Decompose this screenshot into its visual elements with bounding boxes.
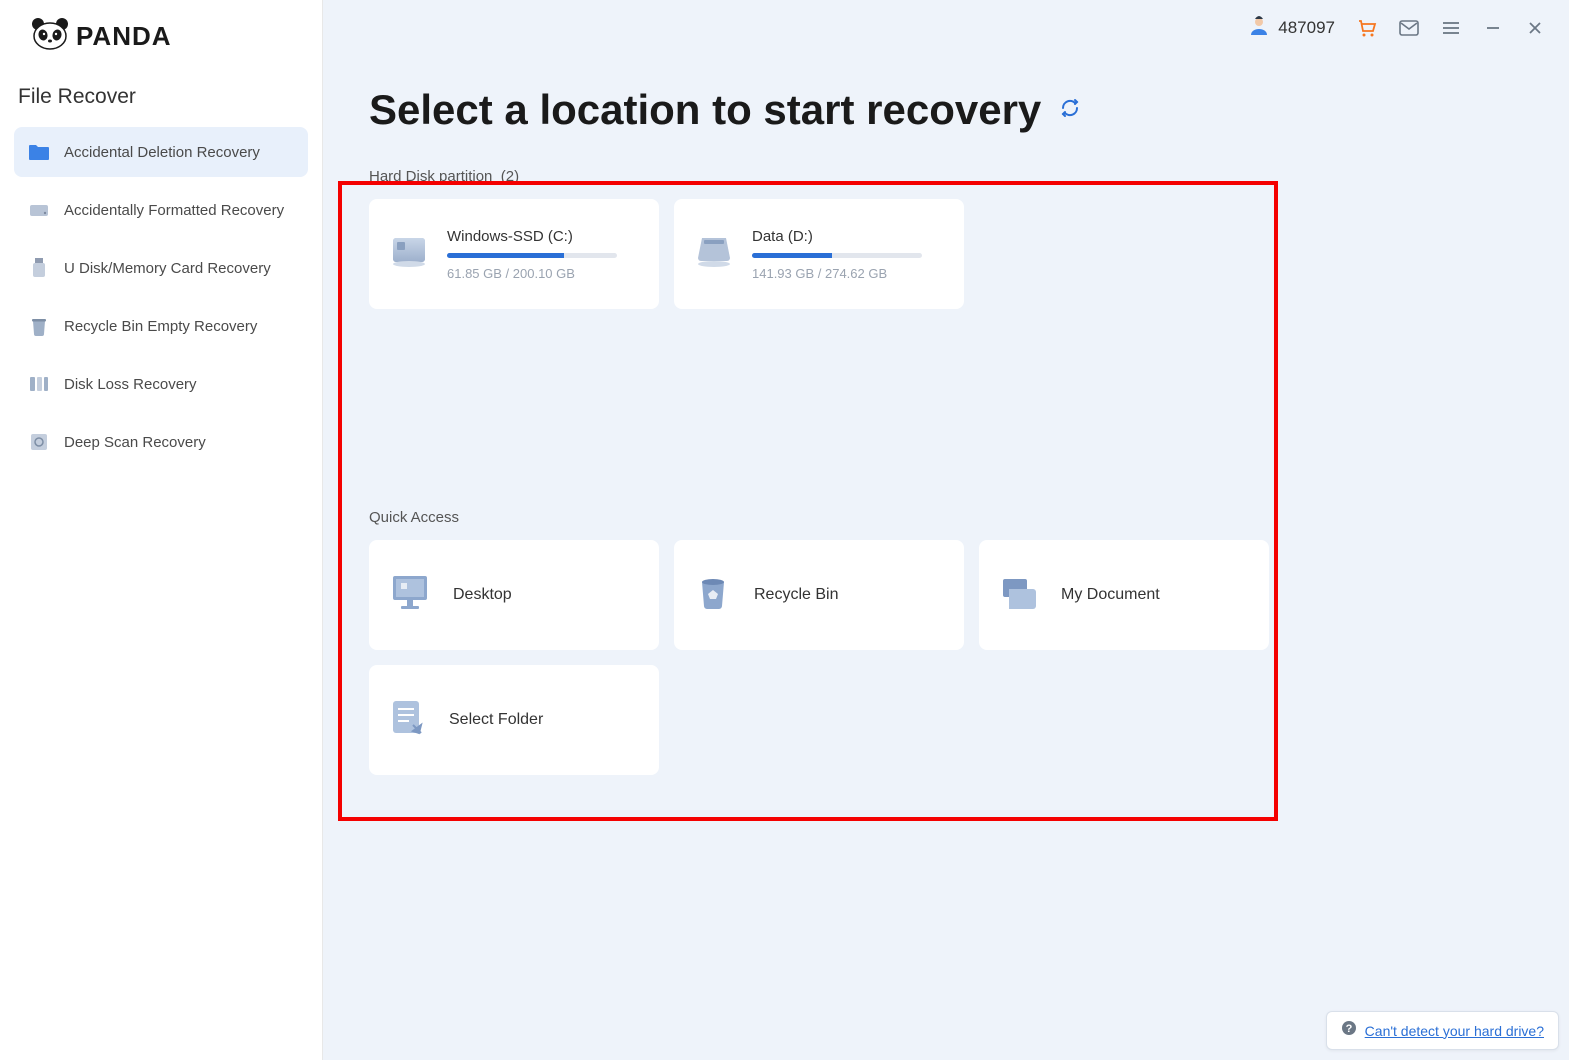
sidebar-item-usb[interactable]: U Disk/Memory Card Recovery <box>14 243 308 293</box>
sidebar-item-label: Disk Loss Recovery <box>64 376 197 393</box>
topbar: 487097 <box>323 0 1569 56</box>
hdd-icon <box>692 230 736 279</box>
desktop-icon <box>387 572 433 619</box>
brand-text: PANDA <box>76 21 172 52</box>
partition-size: 61.85 GB / 200.10 GB <box>447 266 641 281</box>
sidebar-item-formatted[interactable]: Accidentally Formatted Recovery <box>14 185 308 235</box>
partition-card-c[interactable]: Windows-SSD (C:) 61.85 GB / 200.10 GB <box>369 199 659 309</box>
select-folder-icon <box>387 697 429 744</box>
page-title: Select a location to start recovery <box>369 86 1041 134</box>
sidebar: PANDA File Recover Accidental Deletion R… <box>0 0 323 1060</box>
user-chip[interactable]: 487097 <box>1248 15 1335 42</box>
disk-loss-icon <box>28 373 50 395</box>
mail-icon[interactable] <box>1399 18 1419 38</box>
user-id: 487097 <box>1278 18 1335 38</box>
folder-icon <box>28 141 50 163</box>
document-icon <box>997 573 1041 618</box>
brand-logo: PANDA <box>0 18 322 85</box>
partition-card-d[interactable]: Data (D:) 141.93 GB / 274.62 GB <box>674 199 964 309</box>
sidebar-item-disk-loss[interactable]: Disk Loss Recovery <box>14 359 308 409</box>
menu-icon[interactable] <box>1441 18 1461 38</box>
usage-bar <box>447 253 617 258</box>
avatar-icon <box>1248 15 1270 42</box>
partition-name: Windows-SSD (C:) <box>447 228 641 245</box>
drive-icon <box>28 199 50 221</box>
close-icon[interactable] <box>1525 18 1545 38</box>
sidebar-item-label: Recycle Bin Empty Recovery <box>64 318 257 335</box>
help-link[interactable]: ? Can't detect your hard drive? <box>1326 1011 1559 1050</box>
recycle-bin-icon <box>692 572 734 619</box>
quick-label: My Document <box>1061 586 1160 604</box>
quick-label: Desktop <box>453 586 512 604</box>
sidebar-item-deep-scan[interactable]: Deep Scan Recovery <box>14 417 308 467</box>
sidebar-item-label: Accidentally Formatted Recovery <box>64 202 284 219</box>
usage-bar <box>752 253 922 258</box>
sidebar-item-label: U Disk/Memory Card Recovery <box>64 260 271 277</box>
quick-card-desktop[interactable]: Desktop <box>369 540 659 650</box>
main-area: 487097 Select a location to start recove… <box>323 0 1569 1060</box>
quick-card-recycle-bin[interactable]: Recycle Bin <box>674 540 964 650</box>
sidebar-item-label: Deep Scan Recovery <box>64 434 206 451</box>
partition-size: 141.93 GB / 274.62 GB <box>752 266 946 281</box>
svg-text:?: ? <box>1345 1023 1352 1035</box>
quick-label: Select Folder <box>449 711 543 729</box>
scan-icon <box>28 431 50 453</box>
partition-section-label: Hard Disk partition (2) <box>369 168 1523 185</box>
quick-access-label: Quick Access <box>369 509 1523 526</box>
help-text[interactable]: Can't detect your hard drive? <box>1365 1023 1544 1039</box>
sidebar-item-label: Accidental Deletion Recovery <box>64 144 260 161</box>
sidebar-item-accidental-deletion[interactable]: Accidental Deletion Recovery <box>14 127 308 177</box>
quick-card-select-folder[interactable]: Select Folder <box>369 665 659 775</box>
ssd-icon <box>387 230 431 279</box>
panda-icon <box>30 18 70 55</box>
trash-icon <box>28 315 50 337</box>
sidebar-item-recycle-bin[interactable]: Recycle Bin Empty Recovery <box>14 301 308 351</box>
refresh-icon[interactable] <box>1059 97 1081 124</box>
usb-icon <box>28 257 50 279</box>
minimize-icon[interactable] <box>1483 18 1503 38</box>
sidebar-title: File Recover <box>0 85 322 127</box>
quick-label: Recycle Bin <box>754 586 838 604</box>
partition-name: Data (D:) <box>752 228 946 245</box>
quick-card-my-document[interactable]: My Document <box>979 540 1269 650</box>
help-icon: ? <box>1341 1020 1357 1041</box>
cart-icon[interactable] <box>1357 18 1377 38</box>
